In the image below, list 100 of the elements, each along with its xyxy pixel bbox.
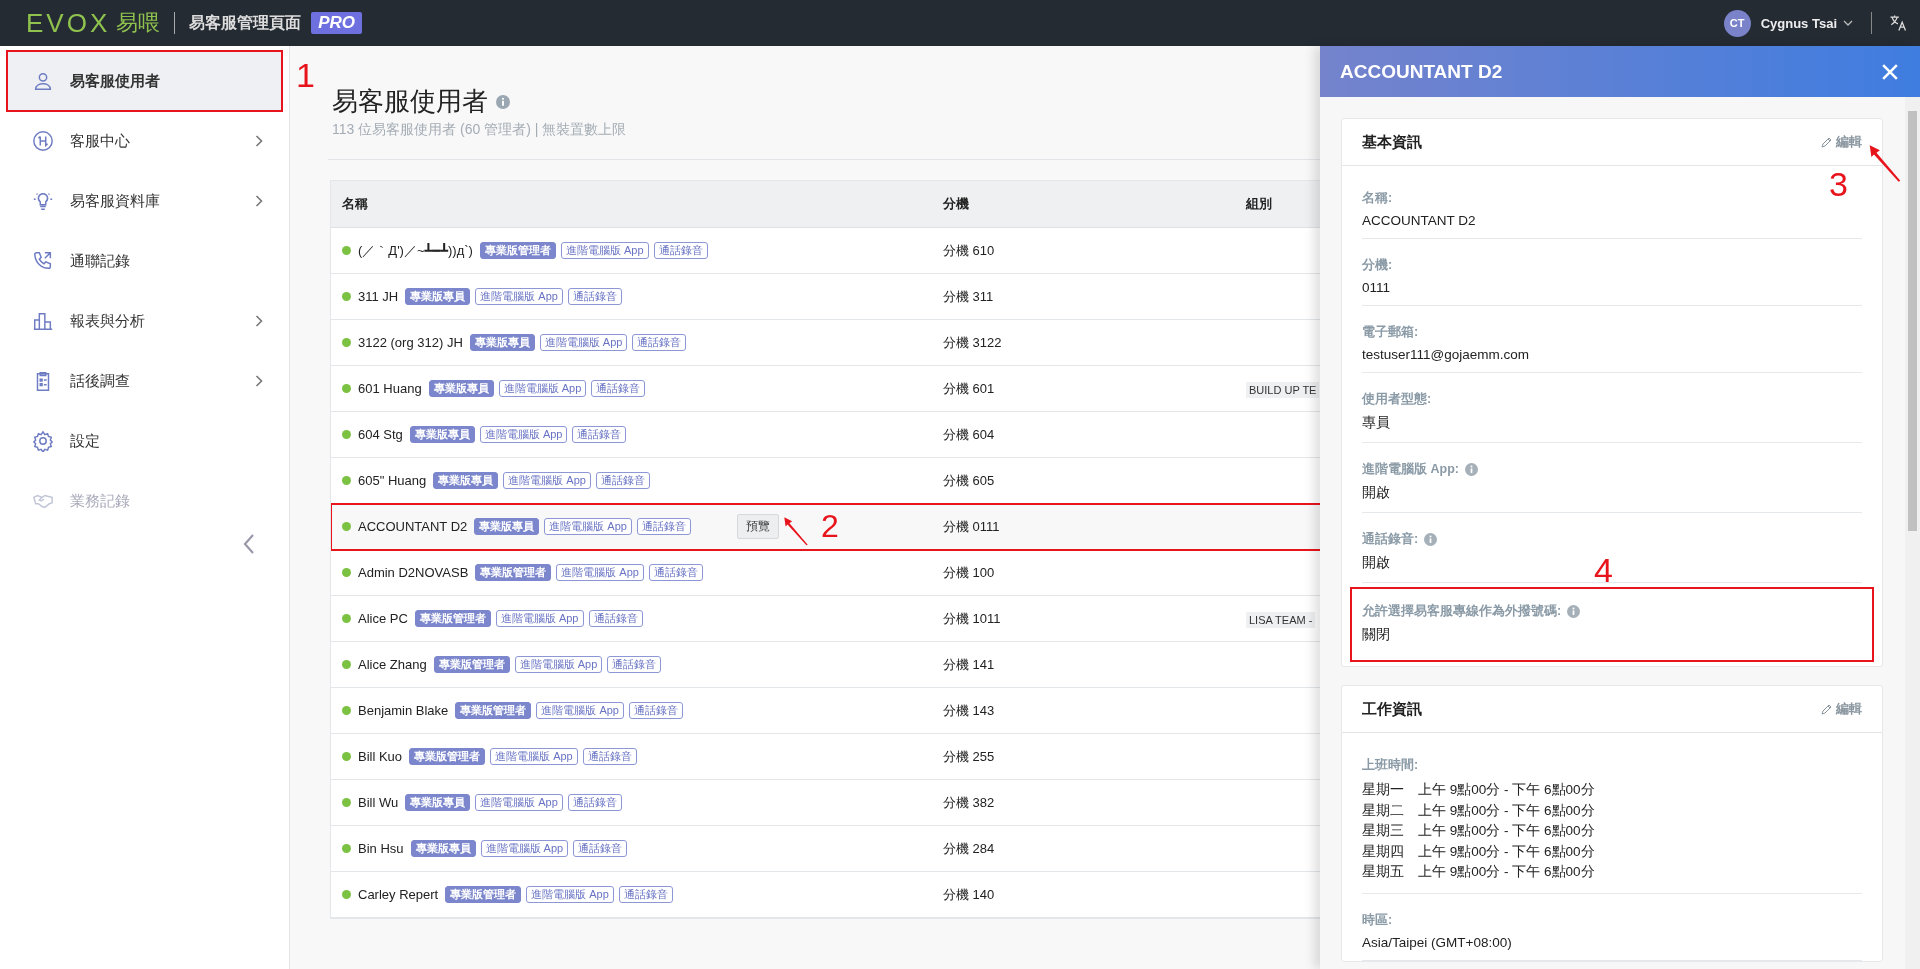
tag: 通話錄音 [567, 288, 622, 305]
tag: 專業版專員 [405, 794, 471, 811]
callout-number: 2 [821, 510, 839, 542]
tag: 專業版管理者 [414, 610, 491, 627]
tag: 專業版專員 [474, 518, 540, 535]
status-dot [342, 338, 351, 347]
table-row[interactable]: Bill Wu 專業版專員 進階電腦版 App 通話錄音 分機 382 [331, 780, 1321, 826]
table-row[interactable]: (／｀Д')／~┻━┻))д`) 專業版管理者 進階電腦版 App 通話錄音 分機 610 [331, 228, 1321, 274]
table-row[interactable]: Carley Repert 專業版管理者 進階電腦版 App 通話錄音 分機 140 [331, 872, 1321, 918]
preview-button[interactable]: 預覽 [737, 514, 779, 539]
column-header[interactable]: 名稱 [331, 195, 931, 213]
tag: 進階電腦版 App [514, 656, 603, 673]
info-icon[interactable] [496, 94, 510, 109]
extension-text: 分機 382 [943, 794, 995, 810]
table-row[interactable]: Alice Zhang 專業版管理者 進階電腦版 App 通話錄音 分機 141 [331, 642, 1321, 688]
field-value: 關閉 [1362, 626, 1390, 644]
extension-text: 分機 140 [943, 886, 995, 902]
field-value: ACCOUNTANT D2 [1362, 213, 1476, 228]
user-name: 311 JH [358, 289, 399, 304]
weekday-text: 星期四 [1362, 842, 1404, 861]
logo[interactable]: EVOX [26, 7, 111, 39]
caret-icon[interactable] [1843, 20, 1853, 26]
logo-text: 易喂 [116, 9, 161, 37]
extension-text: 分機 3122 [943, 334, 1002, 350]
sidebar-item[interactable]: 報表與分析 [8, 292, 281, 350]
user-name[interactable]: Cygnus Tsai [1760, 15, 1837, 31]
sidebar-item[interactable]: 設定 [8, 412, 281, 470]
tag: 專業版管理者 [475, 564, 552, 581]
extension-text: 分機 610 [943, 242, 995, 258]
status-dot [342, 752, 351, 761]
column-header[interactable]: 組別 [1238, 195, 1321, 213]
pencil-icon [1821, 703, 1833, 715]
field-label: 允許選擇易客服專線作為外撥號碼: [1362, 603, 1562, 620]
info-icon[interactable] [1424, 533, 1438, 546]
status-dot [342, 798, 351, 807]
field-label: 分機: [1362, 257, 1393, 274]
table-row[interactable]: 311 JH 專業版專員 進階電腦版 App 通話錄音 分機 311 [331, 274, 1321, 320]
extension-text: 分機 311 [943, 288, 994, 304]
hours-text: 上午 9點00分 - 下午 6點00分 [1418, 842, 1595, 861]
status-dot [342, 246, 351, 255]
user-avatar[interactable]: CT [1723, 9, 1751, 37]
info-icon[interactable] [1567, 605, 1581, 618]
tag: 專業版管理者 [433, 656, 510, 673]
field-value: 專員 [1362, 414, 1390, 432]
callout-arrow [783, 516, 809, 546]
table-row[interactable]: 601 Huang 專業版專員 進階電腦版 App 通話錄音 分機 601 BUILD UP TE [331, 366, 1321, 412]
extension-text: 分機 605 [943, 472, 995, 488]
tag: 專業版專員 [428, 380, 494, 397]
page-subtitle: 113 位易客服使用者 (60 管理者) | 無裝置數上限 [332, 121, 628, 139]
sidebar-item[interactable]: 話後調查 [8, 352, 281, 410]
field-value: 開啟 [1362, 484, 1390, 502]
hours-text: 上午 9點00分 - 下午 6點00分 [1418, 863, 1595, 881]
collapse-sidebar-icon[interactable] [243, 534, 255, 554]
user-name: Bill Wu [358, 795, 399, 810]
tag: 通話錄音 [573, 840, 628, 857]
extension-text: 分機 0111 [943, 518, 1000, 534]
group-tag: BUILD UP TE [1246, 381, 1320, 398]
app-title: 易客服管理頁面 [189, 12, 302, 33]
table-row[interactable]: 604 Stg 專業版專員 進階電腦版 App 通話錄音 分機 604 [331, 412, 1321, 458]
tag: 進階電腦版 App [479, 426, 568, 443]
table-row[interactable]: Admin D2NOVASB 專業版管理者 進階電腦版 App 通話錄音 分機 100 [331, 550, 1321, 596]
field-label: 電子郵箱: [1362, 324, 1419, 341]
callout-arrow [1868, 143, 1902, 183]
table-row[interactable]: ACCOUNTANT D2 專業版專員 進階電腦版 App 通話錄音 預覽 2 分機 0111 [331, 504, 1321, 550]
sidebar-item[interactable]: 通聯記錄 [8, 232, 281, 290]
translate-icon[interactable] [1888, 13, 1908, 33]
status-dot [342, 522, 351, 531]
table-row[interactable]: Bill Kuo 專業版管理者 進階電腦版 App 通話錄音 分機 255 [331, 734, 1321, 780]
status-dot [342, 660, 351, 669]
sidebar-item[interactable]: 客服中心 [8, 112, 281, 170]
field-label: 名稱: [1362, 190, 1393, 207]
bar-chart-icon [32, 310, 54, 332]
user-name: 605" Huang [358, 473, 427, 488]
column-header[interactable]: 分機 [931, 195, 1238, 213]
scrollbar[interactable] [1905, 97, 1920, 969]
info-icon[interactable] [1464, 463, 1478, 476]
sidebar-item[interactable]: 易客服資料庫 [8, 172, 281, 230]
tag: 通話錄音 [648, 564, 703, 581]
field-label: 通話錄音: [1362, 531, 1419, 548]
status-dot [342, 430, 351, 439]
hours-text: 上午 9點00分 - 下午 6點00分 [1418, 822, 1595, 840]
close-icon[interactable] [1882, 63, 1898, 80]
table-row[interactable]: Alice PC 專業版管理者 進階電腦版 App 通話錄音 分機 1011 LISA TEAM - [331, 596, 1321, 642]
table-row[interactable]: 3122 (org 312) JH 專業版專員 進階電腦版 App 通話錄音 分機 3122 [331, 320, 1321, 366]
user-name: Alice PC [358, 611, 408, 626]
tag: 專業版專員 [410, 840, 476, 857]
pencil-icon [1821, 136, 1833, 148]
user-name: 3122 (org 312) JH [358, 335, 463, 350]
tag: 進階電腦版 App [490, 748, 578, 765]
tag: 通話錄音 [653, 242, 708, 259]
user-name: (／｀Д')／~┻━┻))д`) [358, 241, 473, 260]
table-row[interactable]: Benjamin Blake 專業版管理者 進階電腦版 App 通話錄音 分機 143 [331, 688, 1321, 734]
tag: 進階電腦版 App [536, 702, 624, 719]
tag: 進階電腦版 App [503, 472, 591, 489]
table-row[interactable]: Bin Hsu 專業版專員 進階電腦版 App 通話錄音 分機 284 [331, 826, 1321, 872]
tag: 進階電腦版 App [475, 288, 563, 305]
user-name: ACCOUNTANT D2 [358, 519, 468, 534]
tag: 通話錄音 [582, 748, 637, 765]
tag: 進階電腦版 App [498, 380, 587, 397]
user-icon [32, 70, 54, 92]
